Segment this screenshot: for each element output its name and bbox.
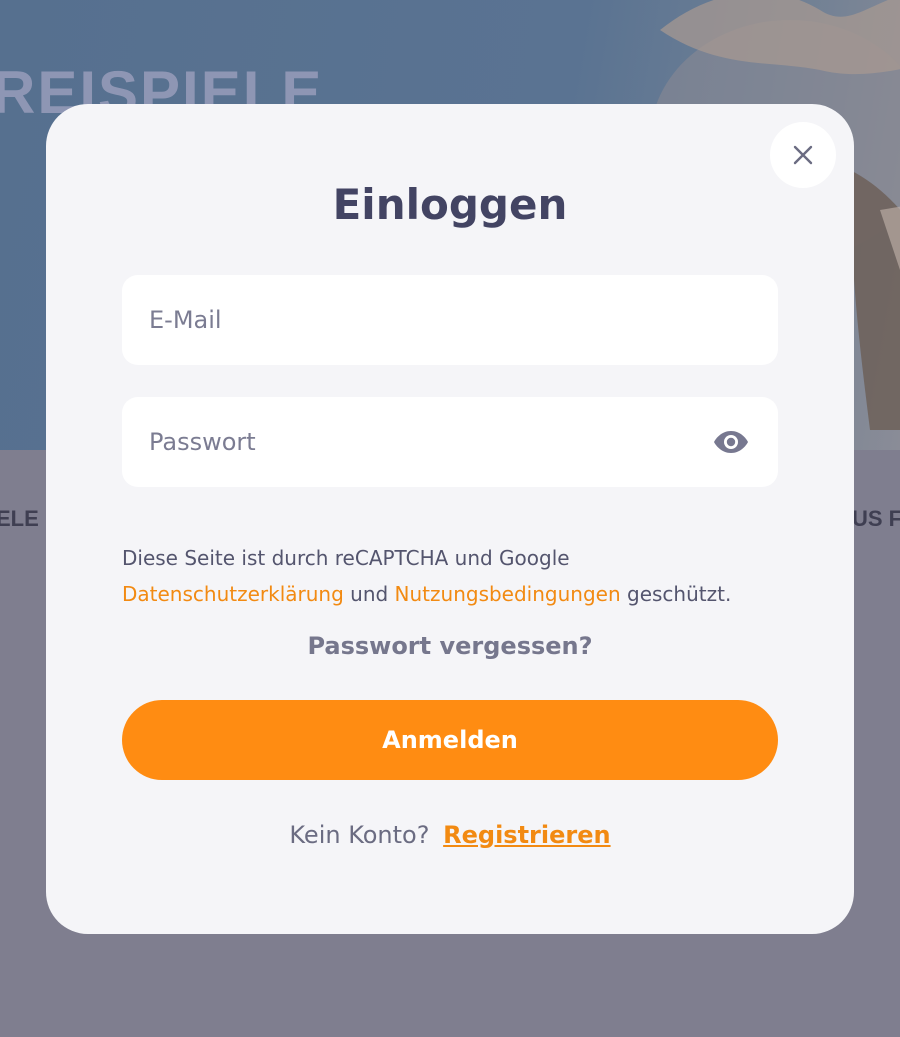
no-account-text: Kein Konto? [289,821,430,849]
recaptcha-and: und [350,582,389,606]
login-modal: Einloggen Diese Seite ist durch reCAPTCH… [46,104,854,934]
login-submit-button[interactable]: Anmelden [122,700,778,780]
eye-icon [714,431,748,453]
terms-of-service-link[interactable]: Nutzungsbedingungen [395,582,621,606]
toggle-password-visibility-button[interactable] [712,426,750,458]
email-field-wrapper [122,275,778,365]
password-field[interactable] [122,397,778,487]
recaptcha-suffix: geschützt. [627,582,732,606]
register-row: Kein Konto? Registrieren [46,821,854,849]
recaptcha-notice: Diese Seite ist durch reCAPTCHA und Goog… [122,540,802,612]
background-right-text: US F [852,506,900,531]
recaptcha-prefix: Diese Seite ist durch reCAPTCHA und Goog… [122,546,570,570]
close-icon [793,145,813,165]
background-left-text: ELE [0,506,39,531]
email-field[interactable] [122,275,778,365]
close-button[interactable] [770,122,836,188]
privacy-policy-link[interactable]: Datenschutzerklärung [122,582,344,606]
forgot-password-link[interactable]: Passwort vergessen? [46,632,854,660]
password-field-wrapper [122,397,778,487]
register-link[interactable]: Registrieren [443,821,610,849]
modal-title: Einloggen [332,180,568,229]
